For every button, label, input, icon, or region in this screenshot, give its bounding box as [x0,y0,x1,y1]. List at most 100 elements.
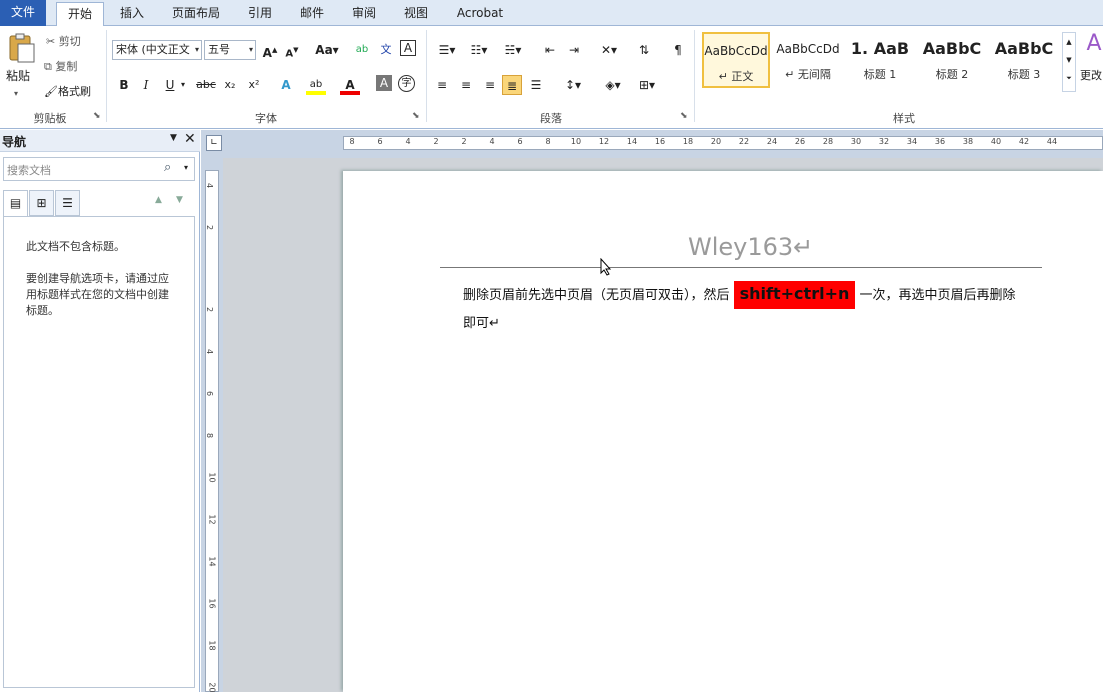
search-icon[interactable]: ⌕ [164,160,171,175]
clipboard-launcher-icon[interactable]: ⬊ [93,111,101,121]
horizontal-ruler[interactable]: 8 6 4 2 2 4 6 8 10 12 14 16 18 20 22 24 26 28 30 32 34 36 38 40… [343,136,1103,150]
ruler-tick-label: 4 [205,182,215,189]
cut-button[interactable]: ✂ 剪切 [46,32,81,52]
shrink-font-icon[interactable]: A▼ [282,40,302,60]
italic-icon[interactable]: I [136,75,156,95]
page-header-text[interactable]: Wley163↵ [688,233,813,261]
highlight-color-icon[interactable]: ab [306,75,326,95]
style-label: ↵ 无间隔 [785,68,831,81]
text-effects-icon[interactable]: A [276,75,296,95]
line-spacing-icon[interactable]: ↕▾ [560,75,586,95]
style-preview: AaBbCcDd [776,42,840,56]
chinese-layout-icon[interactable]: ✕▾ [596,40,622,60]
copy-button[interactable]: ⧉ 复制 [44,57,77,77]
style-heading-1[interactable]: 1. AaB 标题 1 [846,32,914,88]
tab-page-layout[interactable]: 页面布局 [164,2,228,26]
search-input[interactable]: 搜索文档 ⌕ ▾ [3,157,195,181]
tab-mailings[interactable]: 邮件 [292,2,332,26]
change-styles-icon[interactable]: A [1084,33,1103,55]
clipboard-group-label: 剪贴板 [33,112,67,125]
show-marks-icon[interactable]: ¶ [668,40,688,60]
ruler-tick-label: 2 [205,306,215,313]
style-normal[interactable]: AaBbCcDd ↵ 正文 [702,32,770,88]
tab-insert[interactable]: 插入 [110,2,154,26]
decrease-indent-icon[interactable]: ⇤ [540,40,560,60]
paste-dropdown-icon[interactable]: ▾ [14,84,18,104]
pages-tab-icon[interactable]: ⊞ [29,190,54,216]
tab-review[interactable]: 审阅 [344,2,384,26]
increase-indent-icon[interactable]: ⇥ [564,40,584,60]
paste-icon[interactable] [6,32,36,64]
ruler-tick-label: 8 [349,137,355,146]
borders-icon[interactable]: ⊞▾ [634,75,660,95]
navigation-pane: 导航 ▼ ✕ 搜索文档 ⌕ ▾ ▤ ⊞ ☰ ▲ ▼ 此文档不包含标题。 要创建导… [0,130,200,692]
next-icon[interactable]: ▼ [176,195,183,205]
tab-home[interactable]: 开始 [56,2,104,27]
ribbon-tab-bar: 文件 开始 插入 页面布局 引用 邮件 审阅 视图 Acrobat [0,0,1103,27]
multilevel-list-icon[interactable]: ☵▾ [500,40,526,60]
ruler-tick-label: 12 [598,137,610,146]
highlighted-shortcut: shift+ctrl+n [733,281,856,309]
ruler-tick-label: 10 [207,472,217,483]
tab-acrobat[interactable]: Acrobat [448,2,512,26]
header-underline [440,267,1042,268]
tab-view[interactable]: 视图 [396,2,436,26]
close-icon[interactable]: ✕ [184,131,196,147]
ruler-tick-label: 32 [878,137,890,146]
style-no-spacing[interactable]: AaBbCcDd ↵ 无间隔 [774,32,842,88]
align-left-icon[interactable]: ≡ [432,75,452,95]
underline-dropdown-icon[interactable]: ▾ [178,75,188,95]
justify-icon[interactable]: ≣ [502,75,522,95]
ruler-tick-label: 16 [207,598,217,609]
results-tab-icon[interactable]: ☰ [55,190,80,216]
paste-button[interactable]: 粘贴 [6,66,30,86]
ruler-tick-label: 8 [545,137,551,146]
paragraph-launcher-icon[interactable]: ⬊ [680,111,688,121]
tab-selector-button[interactable]: ∟ [206,135,222,151]
bold-icon[interactable]: B [114,75,134,95]
align-right-icon[interactable]: ≡ [480,75,500,95]
font-color-icon[interactable]: A [340,75,360,95]
styles-scroll-icon[interactable]: ▲ ▼ ⏷ [1062,32,1076,92]
headings-tab-icon[interactable]: ▤ [3,190,28,216]
style-heading-2[interactable]: AaBbC 标题 2 [918,32,986,88]
style-heading-3[interactable]: AaBbC 标题 3 [990,32,1058,88]
grow-font-icon[interactable]: A▲ [260,40,280,60]
underline-icon[interactable]: U [160,75,180,95]
ruler-tick-label: 2 [205,224,215,231]
style-preview: AaBbCcDd [704,44,768,58]
align-center-icon[interactable]: ≡ [456,75,476,95]
font-size-value: 五号 [208,43,230,56]
font-size-combo[interactable]: 五号 ▾ [204,40,256,60]
numbering-icon[interactable]: ☷▾ [466,40,492,60]
phonetic-guide-icon[interactable]: 文 [376,40,396,60]
font-name-combo[interactable]: 宋体 (中文正文 ▾ [112,40,202,60]
style-preview: 1. AaB [850,39,910,58]
font-launcher-icon[interactable]: ⬊ [412,111,420,121]
ruler-tick-label: 12 [207,514,217,525]
superscript-icon[interactable]: x² [244,75,264,95]
format-painter-button[interactable]: 🖌格式刷 [44,82,91,102]
tab-file[interactable]: 文件 [0,0,46,26]
document-body-text[interactable]: 删除页眉前先选中页眉（无页眉可双击），然后 shift+ctrl+n 一次，再选… [463,280,1023,338]
chevron-down-icon[interactable]: ▾ [184,163,188,172]
strikethrough-icon[interactable]: abc [194,75,218,95]
change-case-icon[interactable]: Aa▾ [314,40,340,60]
previous-icon[interactable]: ▲ [155,195,162,205]
nav-menu-icon[interactable]: ▼ [170,133,177,143]
char-shading-icon[interactable]: A [376,75,392,91]
bullets-icon[interactable]: ☰▾ [434,40,460,60]
subscript-icon[interactable]: x₂ [220,75,240,95]
enclose-char-icon[interactable]: 字 [398,75,415,92]
style-label: 标题 1 [863,68,897,81]
sort-icon[interactable]: ⇅ [634,40,654,60]
nav-content: 此文档不包含标题。 要创建导航选项卡，请通过应用标题样式在您的文档中创建标题。 [3,216,195,688]
change-styles-button[interactable]: 更改 [1080,66,1102,86]
clear-format-icon[interactable]: ab [352,40,372,60]
ruler-tick-label: 8 [205,432,215,439]
ruler-tick-label: 28 [822,137,834,146]
shading-icon[interactable]: ◈▾ [600,75,626,95]
distributed-icon[interactable]: ☰ [526,75,546,95]
tab-references[interactable]: 引用 [240,2,280,26]
char-border-icon[interactable]: A [400,40,416,56]
